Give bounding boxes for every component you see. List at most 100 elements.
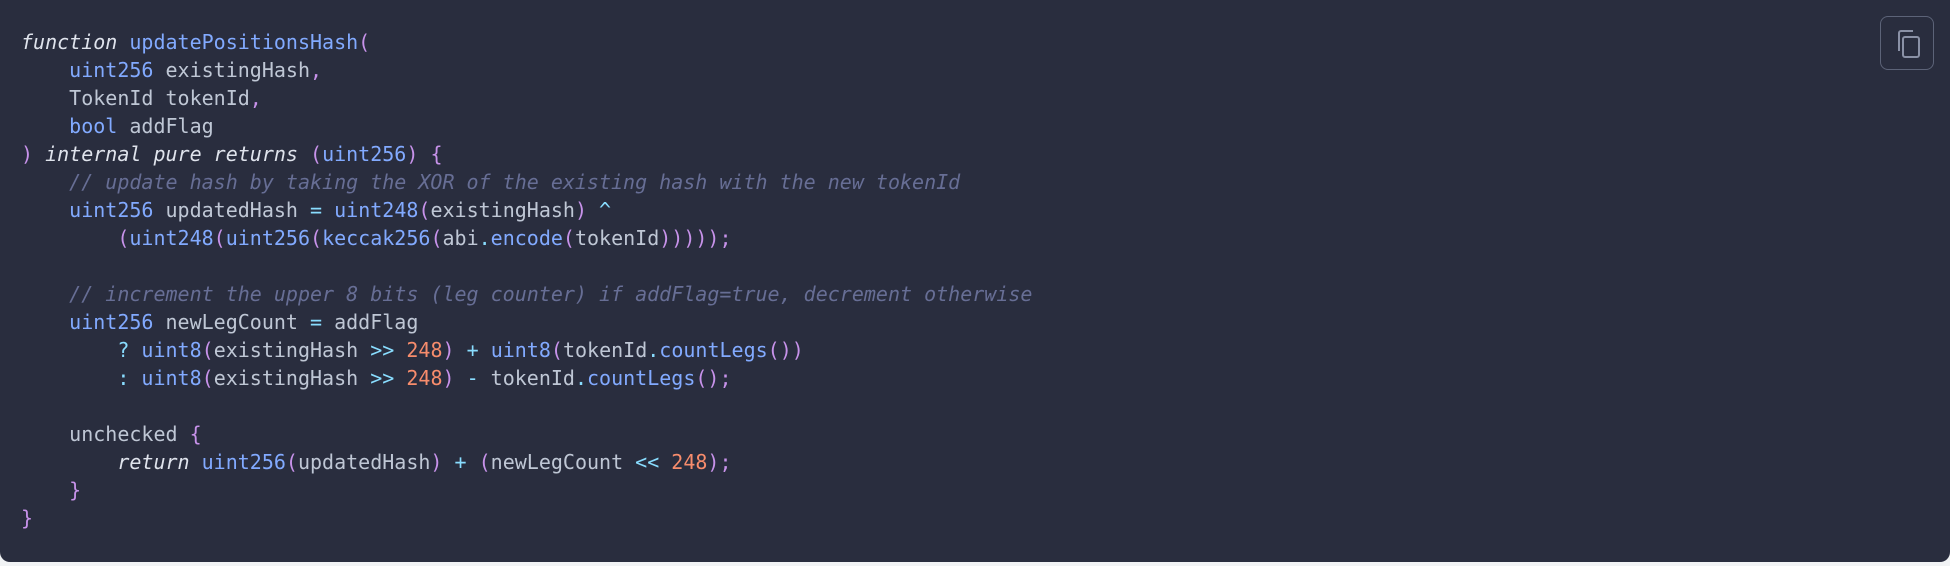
code-token: ( <box>358 30 371 54</box>
code-token: newLegCount <box>490 450 636 474</box>
code-token: bool <box>69 114 118 138</box>
code-token: ) <box>442 338 455 362</box>
code-token: // increment the upper 8 bits (leg count… <box>69 282 1033 306</box>
copy-button[interactable] <box>1880 16 1934 70</box>
code-token: . <box>574 366 588 390</box>
code-token: existingHash <box>153 58 311 82</box>
code-token: ) <box>406 142 419 166</box>
code-token: ( <box>285 450 298 474</box>
code-token: keccak256 <box>322 226 431 250</box>
page-background <box>0 562 1950 566</box>
code-line: uint256 newLegCount = addFlag <box>21 308 1032 336</box>
code-token: + <box>454 450 467 474</box>
code-token: { <box>430 142 443 166</box>
code-line: function updatePositionsHash( <box>21 28 1032 56</box>
code-line: : uint8(existingHash >> 248) - tokenId.c… <box>21 364 1032 392</box>
code-line: return uint256(updatedHash) + (newLegCou… <box>21 448 1032 476</box>
code-token: ) <box>574 198 587 222</box>
code-token: ) <box>430 450 443 474</box>
code-token: uint256 <box>225 226 311 250</box>
code-token: abi <box>442 226 479 250</box>
code-token: ) <box>21 142 34 166</box>
code-token: existingHash <box>430 198 575 222</box>
code-token: uint8 <box>141 366 202 390</box>
code-token: . <box>647 338 660 362</box>
code-token: uint256 <box>69 198 154 222</box>
code-token: existingHash <box>213 366 371 390</box>
code-line: } <box>21 504 1032 532</box>
code-token: countLegs <box>587 366 696 390</box>
code-token: ( <box>562 226 575 250</box>
code-line: (uint248(uint256(keccak256(abi.encode(to… <box>21 224 1032 252</box>
code-token: ) <box>442 366 455 390</box>
code-token: uint256 <box>69 58 154 82</box>
code-token: 248 <box>406 338 443 362</box>
code-token: tokenId <box>562 338 648 362</box>
code-token: 248 <box>406 366 443 390</box>
code-token: uint256 <box>69 310 154 334</box>
code-token: updatePositionsHash <box>129 30 359 54</box>
code-token: ? <box>117 338 130 362</box>
code-token: , <box>310 58 323 82</box>
code-token: uint248 <box>334 198 419 222</box>
code-line: unchecked { <box>21 420 1032 448</box>
code-token: ()) <box>767 338 804 362</box>
code-line: TokenId tokenId, <box>21 84 1032 112</box>
code-token: tokenId <box>478 366 575 390</box>
code-token: countLegs <box>659 338 768 362</box>
code-token: uint256 <box>201 450 286 474</box>
code-token: uint8 <box>141 338 202 362</box>
code-token: << <box>635 450 660 474</box>
code-token: newLegCount <box>153 310 311 334</box>
code-content[interactable]: function updatePositionsHash( uint256 ex… <box>21 28 1032 532</box>
code-token: function <box>21 30 118 54</box>
code-token: + <box>466 338 479 362</box>
code-token: ( <box>201 366 214 390</box>
code-token: unchecked <box>21 422 190 446</box>
code-token: 248 <box>671 450 708 474</box>
code-line: uint256 existingHash, <box>21 56 1032 84</box>
code-token: ( <box>117 226 130 250</box>
code-token: } <box>21 506 34 530</box>
code-token: (); <box>695 366 732 390</box>
code-token: ( <box>430 226 443 250</box>
code-token: ( <box>418 198 431 222</box>
code-token: >> <box>370 338 395 362</box>
code-token: ( <box>310 226 323 250</box>
code-line: // update hash by taking the XOR of the … <box>21 168 1032 196</box>
code-token: } <box>69 478 82 502</box>
code-token: ( <box>550 338 563 362</box>
code-token: ( <box>478 450 491 474</box>
code-token: = <box>310 198 323 222</box>
code-token: = <box>310 310 323 334</box>
code-token: TokenId tokenId <box>21 86 250 110</box>
code-block: function updatePositionsHash( uint256 ex… <box>0 0 1950 562</box>
code-token: uint256 <box>322 142 407 166</box>
code-line: uint256 updatedHash = uint248(existingHa… <box>21 196 1032 224</box>
code-line: } <box>21 476 1032 504</box>
code-token: existingHash <box>213 338 371 362</box>
code-line: ) internal pure returns (uint256) { <box>21 140 1032 168</box>
